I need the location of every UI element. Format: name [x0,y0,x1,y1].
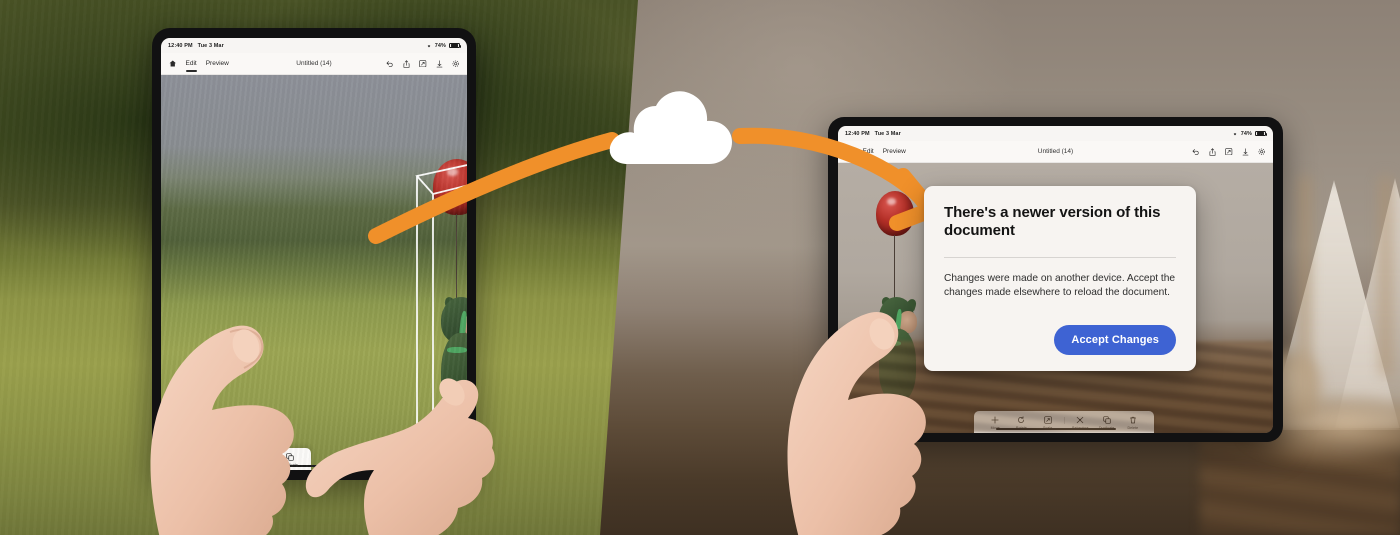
rotate-icon [203,453,211,461]
battery-icon [449,42,461,49]
tool-behaviors[interactable]: Behaviors [252,453,278,467]
wifi-icon [426,43,432,48]
screenshot-stage: 12:40 PM Tue 3 Mar 74% Edit Preview Unti… [0,0,1400,535]
tool-scale[interactable]: Scale [220,453,246,467]
dialog-body-text: Changes were made on another device. Acc… [944,272,1176,299]
character-hood [441,297,467,343]
tab-edit[interactable]: Edit [185,59,197,72]
selection-bounding-box[interactable] [409,148,467,448]
tab-edit-label: Edit [185,59,197,67]
app-bar-right: Edit Preview Untitled (14) [838,141,1273,163]
tool-duplicate[interactable]: Duplicate [277,453,303,467]
behaviors-icon [261,453,269,461]
tool-duplicate[interactable]: Duplicate [1093,416,1119,430]
tool-duplicate-label: Duplicate [282,463,298,467]
battery-percent: 74% [1240,130,1252,137]
undo-icon[interactable] [386,60,394,67]
tool-dock-right[interactable]: Move Rotate Scale Behaviors Duplicate De… [974,411,1154,433]
settings-gear-icon[interactable] [1258,148,1266,156]
tablet-left: 12:40 PM Tue 3 Mar 74% Edit Preview Unti… [152,28,476,480]
dialog-divider [944,256,1176,258]
scale-icon [229,453,237,461]
import-icon[interactable] [419,60,427,68]
tablet-left-screen: 12:40 PM Tue 3 Mar 74% Edit Preview Unti… [161,38,467,470]
undo-icon[interactable] [1192,148,1200,155]
status-date: Tue 3 Mar [874,130,901,137]
import-icon[interactable] [1225,148,1233,156]
tool-rotate-label: Rotate [1015,426,1027,430]
download-icon[interactable] [436,59,443,68]
hood-trim [458,310,467,342]
tab-edit[interactable]: Edit [862,147,874,160]
accept-changes-button[interactable]: Accept Changes [1054,325,1176,355]
tool-move-label: Move [177,463,187,467]
character-face [464,313,467,338]
tool-scale-label: Scale [228,463,238,467]
tab-preview[interactable]: Preview [206,60,229,68]
download-icon[interactable] [1242,147,1249,156]
balloon-string [456,214,458,300]
tab-edit-label: Edit [862,147,874,155]
costume-collar [447,347,467,353]
status-date: Tue 3 Mar [197,42,224,49]
character-body [879,329,916,401]
red-balloon [433,159,467,215]
duplicate-icon [1102,416,1111,424]
tool-move[interactable]: Move [169,453,195,467]
duplicate-icon [286,453,294,461]
home-icon[interactable] [169,60,177,67]
cloud-icon [604,86,738,168]
tool-move-label: Move [990,426,1000,430]
tool-move[interactable]: Move [982,416,1008,430]
scale-icon [1043,416,1052,424]
tool-dock-left[interactable]: Move Rotate Scale Behaviors Duplicate [161,448,311,470]
status-time: 12:40 PM [845,130,870,137]
tab-preview-label: Preview [205,59,229,67]
hood-ear-left [443,295,457,312]
share-icon[interactable] [403,59,410,68]
move-icon [178,453,186,461]
tab-preview-label: Preview [882,147,906,155]
newer-version-dialog: There's a newer version of this document… [924,186,1196,371]
home-indicator-left [267,464,361,467]
settings-gear-icon[interactable] [452,60,460,68]
tool-delete-label: Delete [1127,426,1139,430]
rotate-icon [1017,416,1025,424]
balloon-string [894,235,896,299]
home-indicator-right [995,427,1116,430]
tool-delete[interactable]: Delete [1120,416,1146,430]
share-icon[interactable] [1209,147,1216,156]
tab-preview[interactable]: Preview [883,148,906,156]
character-body [441,333,467,421]
costume-collar [884,341,901,346]
red-balloon [876,191,914,236]
tool-rotate-label: Rotate [201,463,213,467]
move-icon [991,416,999,424]
dialog-title: There's a newer version of this document [944,204,1161,240]
home-icon[interactable] [846,148,854,155]
behaviors-icon [1076,416,1084,424]
tool-duplicate-label: Duplicate [1098,426,1115,430]
tool-scale-label: Scale [1043,426,1053,430]
ar-canvas-left[interactable]: Move Rotate Scale Behaviors Duplicate [161,75,467,470]
tool-behaviors-label: Behaviors [1072,426,1089,430]
status-time: 12:40 PM [168,42,193,49]
status-bar-left: 12:40 PM Tue 3 Mar 74% [161,38,467,53]
battery-percent: 74% [434,42,446,49]
wifi-icon [1232,131,1238,136]
tool-scale[interactable]: Scale [1035,416,1061,430]
battery-icon [1255,130,1267,137]
tool-behaviors[interactable]: Behaviors [1067,416,1093,430]
status-bar-right: 12:40 PM Tue 3 Mar 74% [838,126,1273,141]
app-bar-left: Edit Preview Untitled (14) [161,53,467,75]
delete-icon [1129,416,1137,424]
tool-behaviors-label: Behaviors [256,463,273,467]
tool-rotate[interactable]: Rotate [195,453,221,467]
tool-rotate[interactable]: Rotate [1008,416,1034,430]
